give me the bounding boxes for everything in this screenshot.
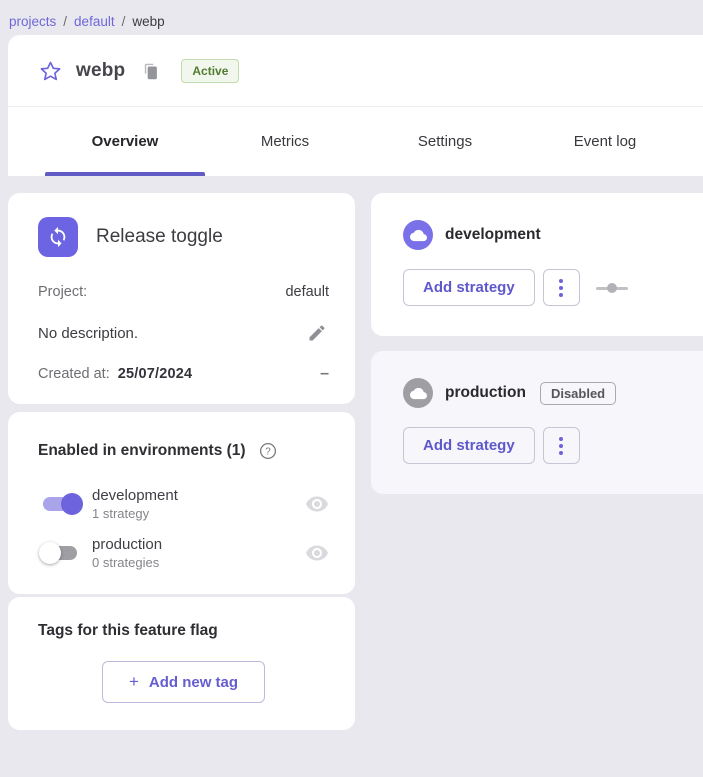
breadcrumb-current: webp bbox=[132, 14, 164, 29]
created-at-value: 25/07/2024 bbox=[118, 366, 193, 382]
page-title: webp bbox=[76, 60, 125, 82]
tab-settings[interactable]: Settings bbox=[365, 107, 525, 176]
environment-texts: development 1 strategy bbox=[92, 487, 305, 521]
enabled-environments-header: Enabled in environments (1) ? bbox=[38, 439, 329, 463]
eye-icon[interactable] bbox=[305, 492, 329, 516]
eye-icon[interactable] bbox=[305, 541, 329, 565]
add-strategy-button[interactable]: Add strategy bbox=[403, 269, 535, 306]
project-label: Project: bbox=[38, 284, 87, 300]
add-new-tag-button[interactable]: + Add new tag bbox=[102, 661, 265, 703]
overview-content: Release toggle Project: default No descr… bbox=[0, 176, 703, 730]
kebab-dot bbox=[559, 444, 563, 448]
tab-event-log[interactable]: Event log bbox=[525, 107, 685, 176]
environment-panel-name: production bbox=[445, 384, 526, 402]
environment-panel-name: development bbox=[445, 226, 541, 244]
kebab-dot bbox=[559, 293, 563, 297]
project-row: Project: default bbox=[38, 284, 329, 300]
cloud-environment-icon bbox=[403, 220, 433, 250]
kebab-dot bbox=[559, 286, 563, 290]
breadcrumb-separator: / bbox=[122, 14, 126, 29]
breadcrumb-link-projects[interactable]: projects bbox=[9, 14, 56, 29]
environment-strategy-count: 0 strategies bbox=[92, 555, 305, 570]
copy-name-icon[interactable] bbox=[141, 62, 159, 80]
add-strategy-button[interactable]: Add strategy bbox=[403, 427, 535, 464]
breadcrumb: projects / default / webp bbox=[0, 0, 703, 35]
status-badge: Active bbox=[181, 59, 239, 83]
drag-handle-icon bbox=[596, 283, 628, 293]
more-options-button[interactable] bbox=[543, 269, 580, 306]
kebab-dot bbox=[559, 437, 563, 441]
enabled-environments-title: Enabled in environments (1) bbox=[38, 442, 246, 460]
cloud-environment-icon bbox=[403, 378, 433, 408]
feature-title-row: webp Active bbox=[8, 35, 703, 106]
tab-metrics[interactable]: Metrics bbox=[205, 107, 365, 176]
left-column: Release toggle Project: default No descr… bbox=[8, 193, 355, 730]
environment-name: development bbox=[92, 487, 305, 504]
release-toggle-icon bbox=[38, 217, 78, 257]
project-value: default bbox=[285, 284, 329, 300]
environment-texts: production 0 strategies bbox=[92, 536, 305, 570]
environment-row-development: development 1 strategy bbox=[38, 487, 329, 521]
more-options-button[interactable] bbox=[543, 427, 580, 464]
favorite-star-icon[interactable] bbox=[38, 59, 62, 83]
description-row: No description. bbox=[38, 321, 329, 345]
production-environment-panel: production Disabled Add strategy bbox=[371, 351, 703, 494]
tabs-bar: Overview Metrics Settings Event log bbox=[8, 106, 703, 176]
svg-text:?: ? bbox=[265, 447, 271, 458]
breadcrumb-link-default[interactable]: default bbox=[74, 14, 115, 29]
enabled-environments-card: Enabled in environments (1) ? developmen… bbox=[8, 412, 355, 594]
development-panel-header: development bbox=[403, 220, 683, 250]
collapse-details-button[interactable]: – bbox=[320, 366, 329, 382]
development-toggle[interactable] bbox=[38, 492, 84, 516]
created-at-label: Created at: bbox=[38, 366, 110, 382]
environment-name: production bbox=[92, 536, 305, 553]
production-toggle[interactable] bbox=[38, 541, 84, 565]
created-at-group: Created at: 25/07/2024 bbox=[38, 366, 192, 382]
development-environment-panel: development Add strategy bbox=[371, 193, 703, 336]
tags-card: Tags for this feature flag + Add new tag bbox=[8, 597, 355, 730]
tags-title: Tags for this feature flag bbox=[38, 622, 329, 640]
tab-overview[interactable]: Overview bbox=[45, 107, 205, 176]
feature-header-card: webp Active Overview Metrics Settings Ev… bbox=[8, 35, 703, 176]
production-panel-header: production Disabled bbox=[403, 378, 683, 408]
disabled-badge: Disabled bbox=[540, 382, 616, 405]
plus-icon: + bbox=[129, 672, 139, 692]
production-panel-actions: Add strategy bbox=[403, 427, 683, 464]
add-new-tag-label: Add new tag bbox=[149, 674, 238, 691]
tags-button-wrap: + Add new tag bbox=[38, 661, 329, 703]
help-icon[interactable]: ? bbox=[256, 439, 280, 463]
feature-type-label: Release toggle bbox=[96, 226, 223, 248]
kebab-dot bbox=[559, 451, 563, 455]
right-column: development Add strategy prod bbox=[371, 193, 703, 494]
description-text: No description. bbox=[38, 325, 138, 342]
kebab-dot bbox=[559, 279, 563, 283]
environment-strategy-count: 1 strategy bbox=[92, 506, 305, 521]
created-at-row: Created at: 25/07/2024 – bbox=[38, 366, 329, 382]
breadcrumb-separator: / bbox=[63, 14, 67, 29]
development-panel-actions: Add strategy bbox=[403, 269, 683, 306]
edit-description-icon[interactable] bbox=[305, 321, 329, 345]
environment-row-production: production 0 strategies bbox=[38, 536, 329, 570]
feature-details-card: Release toggle Project: default No descr… bbox=[8, 193, 355, 404]
feature-type-row: Release toggle bbox=[38, 217, 329, 257]
